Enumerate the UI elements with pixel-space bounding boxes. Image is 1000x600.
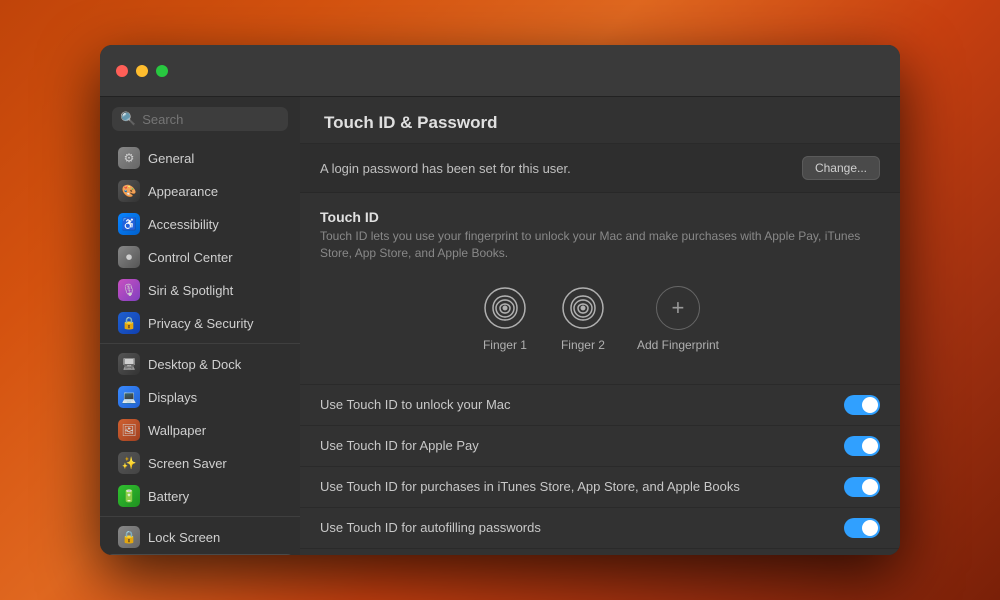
sidebar-item-lockscreen[interactable]: 🔒 Lock Screen	[106, 521, 294, 553]
sidebar: 🔍 ⚙ General 🎨 Appearance ♿ Accessibility ⏺ Cont…	[100, 97, 300, 555]
privacy-icon: 🔒	[118, 312, 140, 334]
sidebar-label-displays: Displays	[148, 390, 197, 405]
main-content: Touch ID & Password A login password has…	[300, 97, 900, 555]
sidebar-label-privacy: Privacy & Security	[148, 316, 253, 331]
toggle-rows: Use Touch ID to unlock your Mac Use Touch…	[300, 385, 900, 555]
toggle-knob	[862, 479, 878, 495]
sidebar-label-siri: Siri & Spotlight	[148, 283, 233, 298]
sidebar-label-battery: Battery	[148, 489, 189, 504]
sidebar-item-control-center[interactable]: ⏺ Control Center	[106, 241, 294, 273]
sidebar-label-general: General	[148, 151, 194, 166]
toggle-knob	[862, 520, 878, 536]
control-center-icon: ⏺	[118, 246, 140, 268]
finger-1-icon	[481, 284, 529, 332]
sidebar-divider	[100, 516, 300, 517]
password-notice: A login password has been set for this u…	[300, 144, 900, 193]
touchid-description: Touch ID lets you use your fingerprint t…	[320, 228, 880, 262]
lockscreen-icon: 🔒	[118, 526, 140, 548]
finger-2-item[interactable]: Finger 2	[559, 284, 607, 352]
toggle-label-0: Use Touch ID to unlock your Mac	[320, 396, 844, 414]
change-button[interactable]: Change...	[802, 156, 880, 180]
sidebar-label-lockscreen: Lock Screen	[148, 530, 220, 545]
sidebar-divider	[100, 343, 300, 344]
toggle-knob	[862, 397, 878, 413]
siri-icon: 🎙	[118, 279, 140, 301]
content-area: 🔍 ⚙ General 🎨 Appearance ♿ Accessibility ⏺ Cont…	[100, 97, 900, 555]
sidebar-label-wallpaper: Wallpaper	[148, 423, 206, 438]
sidebar-item-accessibility[interactable]: ♿ Accessibility	[106, 208, 294, 240]
close-button[interactable]	[116, 65, 128, 77]
general-icon: ⚙	[118, 147, 140, 169]
add-fingerprint-item[interactable]: + Add Fingerprint	[637, 284, 719, 352]
page-body: A login password has been set for this u…	[300, 144, 900, 555]
sidebar-label-appearance: Appearance	[148, 184, 218, 199]
system-preferences-window: 🔍 ⚙ General 🎨 Appearance ♿ Accessibility ⏺ Cont…	[100, 45, 900, 555]
fingerprint-row: Finger 1	[320, 276, 880, 368]
page-header: Touch ID & Password	[300, 97, 900, 144]
sidebar-label-control-center: Control Center	[148, 250, 233, 265]
finger-2-icon	[559, 284, 607, 332]
appearance-icon: 🎨	[118, 180, 140, 202]
sidebar-item-battery[interactable]: 🔋 Battery	[106, 480, 294, 512]
toggle-switch-2[interactable]	[844, 477, 880, 497]
add-circle: +	[656, 286, 700, 330]
search-icon: 🔍	[120, 111, 136, 127]
sidebar-items: ⚙ General 🎨 Appearance ♿ Accessibility ⏺ Contro…	[100, 141, 300, 555]
toggle-switch-0[interactable]	[844, 395, 880, 415]
screensaver-icon: ✨	[118, 452, 140, 474]
toggle-label-2: Use Touch ID for purchases in iTunes Sto…	[320, 478, 844, 496]
sidebar-item-touchid[interactable]: 👆Touch ID & Password	[106, 554, 294, 555]
add-fingerprint-label: Add Fingerprint	[637, 338, 719, 352]
sidebar-item-appearance[interactable]: 🎨 Appearance	[106, 175, 294, 207]
search-bar[interactable]: 🔍	[112, 107, 288, 131]
finger-2-label: Finger 2	[561, 338, 605, 352]
desktop-icon: 🖥	[118, 353, 140, 375]
toggle-row-4: Use Touch ID for fast user switching	[300, 549, 900, 555]
sidebar-item-general[interactable]: ⚙ General	[106, 142, 294, 174]
sidebar-label-accessibility: Accessibility	[148, 217, 219, 232]
sidebar-item-desktop[interactable]: 🖥 Desktop & Dock	[106, 348, 294, 380]
maximize-button[interactable]	[156, 65, 168, 77]
sidebar-item-wallpaper[interactable]: 🖼 Wallpaper	[106, 414, 294, 446]
touchid-section: Touch ID Touch ID lets you use your fing…	[300, 193, 900, 385]
toggle-switch-1[interactable]	[844, 436, 880, 456]
toggle-label-1: Use Touch ID for Apple Pay	[320, 437, 844, 455]
toggle-row-3: Use Touch ID for autofilling passwords	[300, 508, 900, 549]
sidebar-label-desktop: Desktop & Dock	[148, 357, 241, 372]
minimize-button[interactable]	[136, 65, 148, 77]
sidebar-item-displays[interactable]: 💻 Displays	[106, 381, 294, 413]
page-title: Touch ID & Password	[324, 113, 498, 132]
sidebar-item-privacy[interactable]: 🔒 Privacy & Security	[106, 307, 294, 339]
touchid-title: Touch ID	[320, 209, 880, 225]
traffic-lights	[116, 65, 168, 77]
add-fingerprint-icon: +	[654, 284, 702, 332]
toggle-row-2: Use Touch ID for purchases in iTunes Sto…	[300, 467, 900, 508]
search-input[interactable]	[142, 112, 280, 127]
finger-1-item[interactable]: Finger 1	[481, 284, 529, 352]
toggle-label-3: Use Touch ID for autofilling passwords	[320, 519, 844, 537]
sidebar-item-siri[interactable]: 🎙 Siri & Spotlight	[106, 274, 294, 306]
sidebar-item-screensaver[interactable]: ✨ Screen Saver	[106, 447, 294, 479]
sidebar-label-screensaver: Screen Saver	[148, 456, 227, 471]
finger-1-label: Finger 1	[483, 338, 527, 352]
titlebar	[100, 45, 900, 97]
displays-icon: 💻	[118, 386, 140, 408]
battery-icon: 🔋	[118, 485, 140, 507]
password-notice-text: A login password has been set for this u…	[320, 161, 571, 176]
toggle-switch-3[interactable]	[844, 518, 880, 538]
toggle-row-1: Use Touch ID for Apple Pay	[300, 426, 900, 467]
toggle-row-0: Use Touch ID to unlock your Mac	[300, 385, 900, 426]
accessibility-icon: ♿	[118, 213, 140, 235]
toggle-knob	[862, 438, 878, 454]
wallpaper-icon: 🖼	[118, 419, 140, 441]
